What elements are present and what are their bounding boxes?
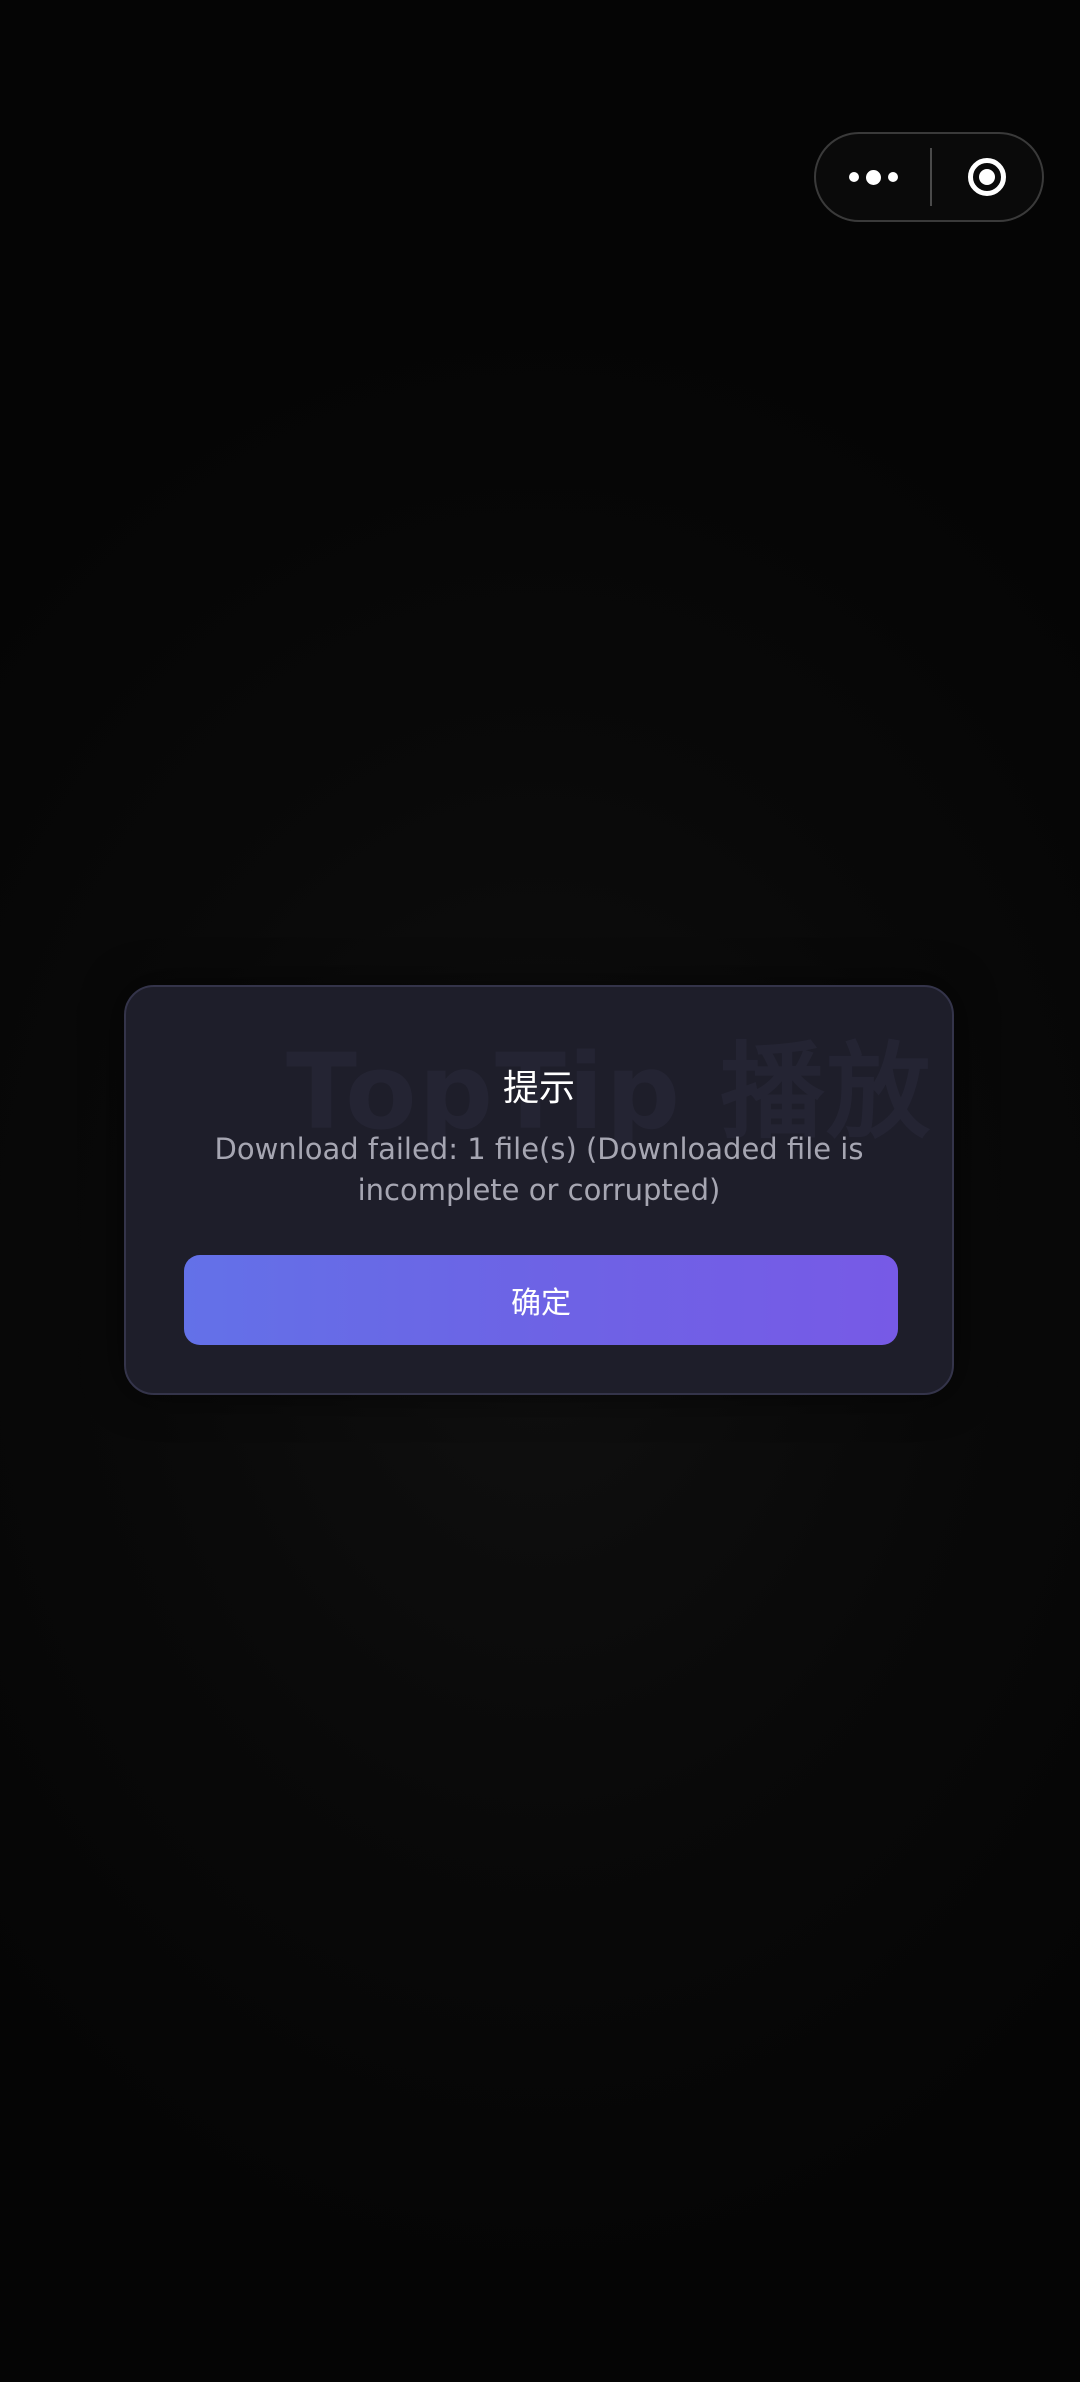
dialog-title: 提示 bbox=[502, 1068, 575, 1109]
more-dots-icon bbox=[848, 172, 859, 182]
more-dots-icon-right bbox=[887, 172, 898, 182]
confirm-button[interactable]: 确定 bbox=[184, 1255, 898, 1345]
close-mini-program-button[interactable] bbox=[932, 134, 1042, 220]
dialog-message: Download failed: 1 file(s) (Downloaded f… bbox=[214, 1132, 864, 1207]
alert-dialog: TopTip 播放 提示 Download failed: 1 file(s) … bbox=[124, 985, 954, 1395]
screen: TopTip 播放 提示 Download failed: 1 file(s) … bbox=[0, 0, 1080, 2382]
mini-program-capsule bbox=[814, 132, 1044, 222]
more-menu-button[interactable] bbox=[816, 134, 930, 220]
target-circle-icon bbox=[968, 158, 1006, 196]
more-dots-icon-center bbox=[865, 169, 881, 185]
